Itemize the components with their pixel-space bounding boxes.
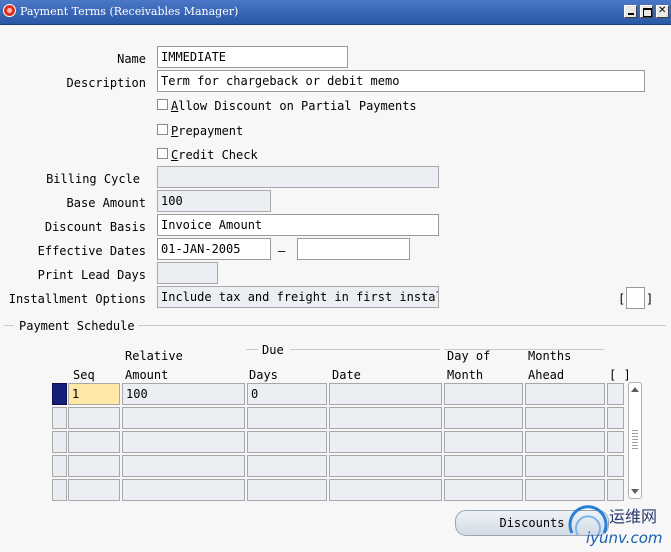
discount-basis-field[interactable]: Invoice Amount (157, 214, 439, 236)
cell-flexfield[interactable] (607, 455, 624, 477)
col-header-day-of-month-2: Month (447, 368, 484, 382)
row-selector[interactable] (52, 431, 67, 453)
descriptive-flexfield[interactable] (626, 287, 645, 309)
discount-basis-label: Discount Basis (44, 220, 146, 234)
cell-seq[interactable] (68, 455, 120, 477)
cell-date[interactable] (329, 479, 442, 501)
prepayment-checkbox[interactable] (157, 124, 168, 135)
watermark-text: 运维网 (609, 507, 658, 526)
col-header-date: Date (332, 368, 361, 382)
col-header-days: Days (249, 368, 278, 382)
cell-day-of-month[interactable] (444, 431, 523, 453)
print-lead-days-field[interactable] (157, 262, 218, 284)
col-header-relative-amount-2: Amount (125, 368, 169, 382)
due-group-rule-right (290, 349, 440, 350)
flexfield-bracket-left: [ (618, 292, 626, 306)
grid-scrollbar[interactable] (628, 382, 642, 499)
row-selector[interactable] (52, 407, 67, 429)
row-selector[interactable] (52, 479, 67, 501)
cell-days[interactable] (247, 431, 327, 453)
title-bar[interactable]: Payment Terms (Receivables Manager) (0, 0, 671, 25)
window-title: Payment Terms (Receivables Manager) (20, 5, 239, 18)
effective-dates-label: Effective Dates (37, 244, 146, 258)
cell-date[interactable] (329, 383, 442, 405)
col-header-flexfield: [ ] (609, 368, 631, 382)
cell-months-ahead[interactable] (525, 479, 605, 501)
cell-flexfield[interactable] (607, 479, 624, 501)
cell-days[interactable]: 0 (247, 383, 327, 405)
cell-seq[interactable]: 1 (68, 383, 120, 405)
credit-check-checkbox[interactable] (157, 148, 168, 159)
cell-relative-amount[interactable] (122, 407, 245, 429)
cell-months-ahead[interactable] (525, 455, 605, 477)
prepayment-label[interactable]: Prepayment (171, 123, 243, 139)
name-label: Name (117, 52, 146, 66)
cell-day-of-month[interactable] (444, 479, 523, 501)
cell-relative-amount[interactable]: 100 (122, 383, 245, 405)
cell-flexfield[interactable] (607, 407, 624, 429)
installment-options-label: Installment Options (8, 292, 146, 306)
minimize-icon[interactable] (624, 5, 637, 18)
cell-seq[interactable] (68, 479, 120, 501)
credit-check-label[interactable]: Credit Check (171, 147, 258, 163)
cell-day-of-month[interactable] (444, 383, 523, 405)
app-icon[interactable] (3, 4, 16, 17)
row-selector[interactable] (52, 383, 67, 405)
cell-flexfield[interactable] (607, 431, 624, 453)
section-rule-right (138, 325, 666, 326)
description-field[interactable]: Term for chargeback or debit memo (157, 70, 645, 92)
cell-seq[interactable] (68, 407, 120, 429)
cell-days[interactable] (247, 407, 327, 429)
date-separator: – (278, 244, 286, 258)
scroll-down-icon[interactable] (631, 489, 639, 494)
due-group-header: Due (262, 343, 284, 357)
close-icon[interactable] (656, 5, 669, 18)
section-rule-left (4, 325, 14, 326)
cell-days[interactable] (247, 479, 327, 501)
scroll-grip[interactable] (632, 428, 638, 450)
col-header-months-ahead-2: Ahead (528, 368, 565, 382)
col-header-seq: Seq (73, 368, 95, 382)
name-field[interactable]: IMMEDIATE (157, 46, 348, 68)
col-header-relative-amount-1: Relative (125, 349, 183, 363)
installment-options-field[interactable]: Include tax and freight in first install (157, 286, 439, 308)
cell-months-ahead[interactable] (525, 407, 605, 429)
base-amount-field[interactable]: 100 (157, 190, 271, 212)
col-header-day-of-month-1: Day of (447, 349, 491, 363)
cell-months-ahead[interactable] (525, 383, 605, 405)
cell-day-of-month[interactable] (444, 407, 523, 429)
cell-flexfield[interactable] (607, 383, 624, 405)
base-amount-label: Base Amount (66, 196, 146, 210)
effective-date-to-field[interactable] (297, 238, 410, 260)
cell-day-of-month[interactable] (444, 455, 523, 477)
payment-schedule-title: Payment Schedule (19, 319, 135, 333)
flexfield-bracket-right: ] (646, 292, 654, 306)
scroll-up-icon[interactable] (631, 387, 639, 392)
cell-seq[interactable] (68, 431, 120, 453)
effective-date-from-field[interactable]: 01-JAN-2005 (157, 238, 271, 260)
cell-date[interactable] (329, 407, 442, 429)
cell-days[interactable] (247, 455, 327, 477)
cell-date[interactable] (329, 431, 442, 453)
cell-relative-amount[interactable] (122, 431, 245, 453)
cell-relative-amount[interactable] (122, 479, 245, 501)
cell-relative-amount[interactable] (122, 455, 245, 477)
allow-discount-label[interactable]: Allow Discount on Partial Payments (171, 98, 417, 114)
billing-cycle-label: Billing Cycle (46, 172, 140, 186)
billing-cycle-field[interactable] (157, 166, 439, 188)
allow-discount-checkbox[interactable] (157, 99, 168, 110)
description-label: Description (66, 76, 146, 90)
print-lead-days-label: Print Lead Days (37, 268, 146, 282)
row-selector[interactable] (52, 455, 67, 477)
watermark-url: iyunv.com (586, 529, 663, 547)
maximize-icon[interactable] (640, 5, 653, 18)
due-group-rule-left (246, 349, 258, 350)
col-header-months-ahead-1: Months (528, 349, 572, 363)
cell-months-ahead[interactable] (525, 431, 605, 453)
cell-date[interactable] (329, 455, 442, 477)
